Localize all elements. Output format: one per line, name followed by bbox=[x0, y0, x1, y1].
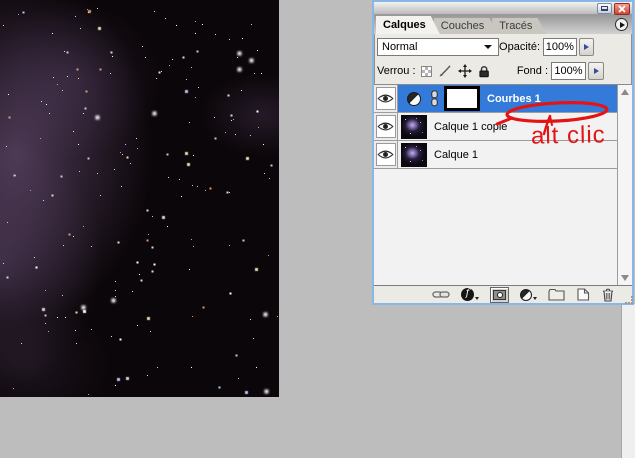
layer-name: Calque 1 copie bbox=[434, 120, 508, 133]
layer-list-scrollbar[interactable] bbox=[617, 85, 632, 285]
visibility-cell[interactable] bbox=[374, 85, 398, 112]
opacity-value: 100% bbox=[545, 41, 574, 53]
resize-grip[interactable] bbox=[622, 293, 630, 301]
eye-icon bbox=[377, 150, 394, 159]
tab-traces[interactable]: Tracés bbox=[492, 18, 546, 34]
new-adjustment-layer-button[interactable] bbox=[520, 288, 537, 301]
add-layer-mask-icon bbox=[493, 289, 506, 300]
slider-arrow-icon bbox=[593, 68, 599, 74]
tab-couches-label: Couches bbox=[440, 20, 485, 32]
opacity-input[interactable]: 100% bbox=[543, 38, 577, 56]
layer-row-calque-1-copie[interactable]: Calque 1 copie bbox=[374, 113, 617, 141]
delete-layer-icon[interactable] bbox=[601, 288, 615, 302]
close-button[interactable] bbox=[614, 2, 630, 15]
fill-input[interactable]: 100% bbox=[551, 62, 586, 80]
opacity-label: Opacité: bbox=[499, 41, 540, 53]
blend-mode-value: Normal bbox=[382, 41, 418, 53]
layer-style-icon: f bbox=[461, 288, 474, 301]
layer-mask-thumbnail[interactable] bbox=[444, 86, 480, 111]
document-canvas[interactable] bbox=[0, 0, 279, 397]
layer-row-courbes-1[interactable]: Courbes 1 bbox=[374, 85, 617, 113]
add-layer-mask-button[interactable] bbox=[490, 286, 509, 303]
fill-label: Fond : bbox=[516, 65, 548, 77]
visibility-cell[interactable] bbox=[374, 113, 398, 140]
layer-controls: Normal Opacité: 100% Verrou : Fond: 100… bbox=[374, 34, 632, 84]
chevron-down-icon bbox=[484, 45, 493, 49]
scroll-down-icon[interactable] bbox=[621, 275, 629, 281]
eye-icon bbox=[377, 94, 394, 103]
layer-style-button[interactable]: f bbox=[461, 288, 479, 301]
stars-decoration bbox=[0, 0, 1, 1]
fill-value: 100% bbox=[554, 65, 583, 77]
workspace-side-strip bbox=[621, 304, 635, 458]
lock-transparency-icon[interactable] bbox=[420, 65, 432, 77]
visibility-cell[interactable] bbox=[374, 141, 398, 168]
slider-arrow-icon bbox=[583, 44, 589, 50]
link-layers-icon[interactable] bbox=[432, 290, 450, 299]
layer-thumbnail[interactable] bbox=[401, 114, 427, 139]
palette-footer: f bbox=[374, 285, 632, 303]
lock-position-icon[interactable] bbox=[457, 64, 472, 78]
layer-thumbnail[interactable] bbox=[401, 142, 427, 167]
fill-slider-button[interactable] bbox=[588, 62, 604, 80]
tab-traces-label: Tracés bbox=[499, 20, 533, 32]
chevron-down-icon bbox=[533, 296, 537, 300]
layer-row-calque-1[interactable]: Calque 1 bbox=[374, 141, 617, 169]
chevron-down-icon bbox=[475, 297, 479, 300]
menu-arrow-icon bbox=[619, 21, 625, 28]
palette-menu-button[interactable] bbox=[615, 18, 628, 31]
lock-paint-icon[interactable] bbox=[438, 64, 452, 78]
tab-calques[interactable]: Calques bbox=[376, 16, 440, 34]
lock-label: Verrou : bbox=[377, 65, 416, 77]
layer-list: Courbes 1 Calque 1 copie Calque 1 bbox=[374, 84, 632, 285]
new-layer-icon[interactable] bbox=[576, 288, 590, 301]
new-group-icon[interactable] bbox=[548, 288, 565, 301]
layers-palette: Calques Couches Tracés Normal Opacité: 1… bbox=[372, 0, 634, 305]
palette-tabbar: Calques Couches Tracés bbox=[374, 15, 632, 34]
close-icon bbox=[618, 4, 626, 13]
palette-titlebar[interactable] bbox=[374, 2, 632, 15]
mask-link-icon[interactable] bbox=[430, 90, 439, 107]
blend-mode-select[interactable]: Normal bbox=[377, 38, 500, 56]
adjustment-layer-icon bbox=[520, 288, 532, 301]
opacity-slider-button[interactable] bbox=[578, 38, 594, 56]
curves-adjustment-icon[interactable] bbox=[407, 91, 421, 106]
lock-all-icon[interactable] bbox=[478, 65, 490, 78]
eye-icon bbox=[377, 122, 394, 131]
layer-name: Calque 1 bbox=[434, 148, 479, 161]
minimize-button[interactable] bbox=[597, 3, 612, 14]
minimize-icon bbox=[601, 6, 608, 11]
tab-calques-label: Calques bbox=[383, 19, 426, 31]
layer-name: Courbes 1 bbox=[487, 92, 541, 105]
scroll-up-icon[interactable] bbox=[621, 89, 629, 95]
tab-couches[interactable]: Couches bbox=[434, 18, 498, 34]
